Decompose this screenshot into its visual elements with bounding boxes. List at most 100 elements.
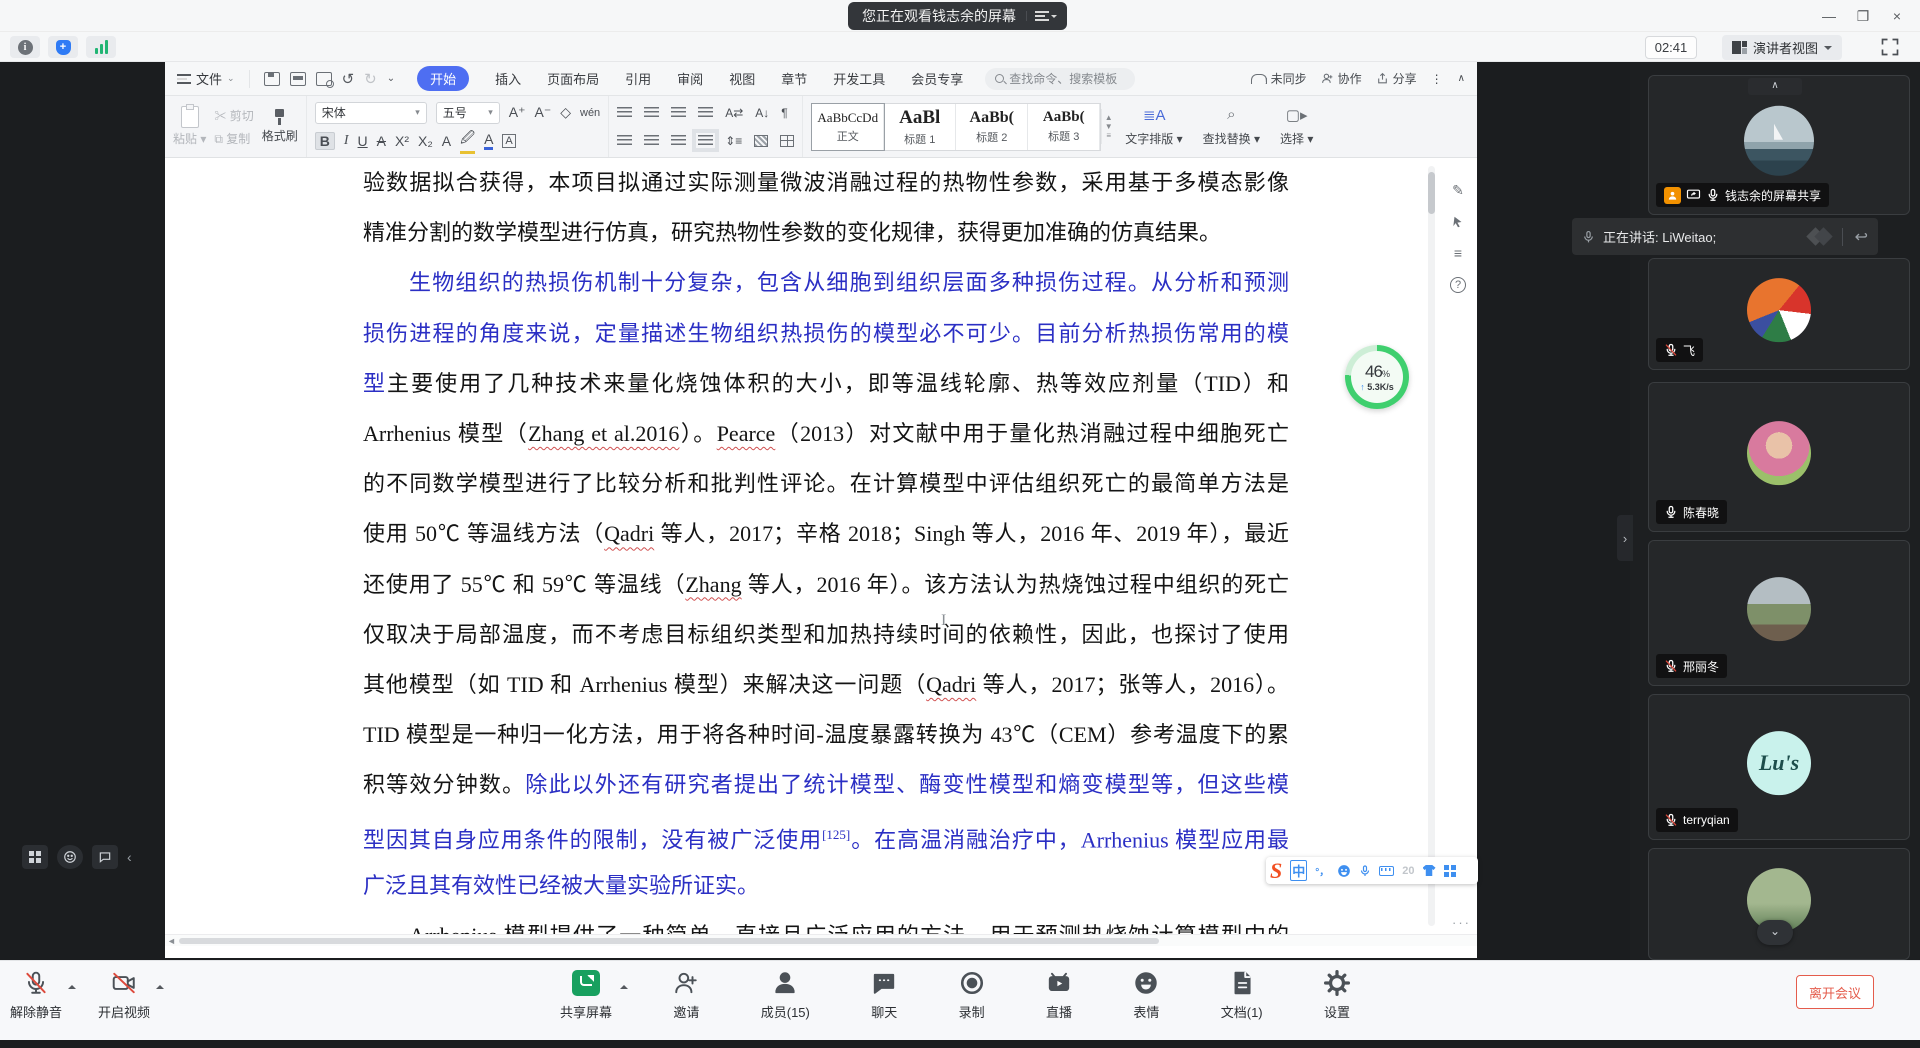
text-tool-button[interactable]: ≣A 文字排版 ▾ (1115, 106, 1192, 147)
align-left-button[interactable] (617, 135, 632, 146)
format-painter-button[interactable]: 格式刷 (262, 109, 298, 144)
vertical-scrollbar-thumb[interactable] (1428, 172, 1435, 214)
sort-button[interactable]: A↓ (755, 106, 769, 120)
chat-bubble-button[interactable] (92, 845, 118, 869)
decrease-indent-button[interactable] (671, 107, 686, 118)
style-正文[interactable]: AaBbCcDd正文 (812, 104, 884, 150)
vip-icon[interactable]: 20 (1402, 865, 1414, 877)
find-replace-button[interactable]: ⌕ 查找替换 ▾ (1193, 106, 1270, 147)
grow-font-button[interactable]: A⁺ (509, 104, 526, 121)
ribbon-tab-会员专享[interactable]: 会员专享 (911, 69, 963, 88)
reply-arrow-icon[interactable]: ↩ (1855, 227, 1868, 247)
line-spacing-button[interactable]: ⇕≡ (725, 134, 742, 148)
footer-chat-button[interactable]: 聊天 (871, 969, 897, 1048)
participant-tile-邢丽冬[interactable]: 邢丽冬 (1648, 540, 1910, 686)
scroll-left-arrow[interactable]: ◄ (167, 935, 176, 946)
footer-docs-button[interactable]: 文档(1) (1221, 969, 1263, 1048)
expand-caret-icon[interactable] (68, 981, 76, 989)
qat-more-button[interactable]: ⌄ (387, 73, 395, 84)
punctuation-icon[interactable]: °， (1315, 863, 1329, 878)
justify-button[interactable] (698, 135, 713, 146)
banner-menu-button[interactable] (1026, 11, 1057, 21)
scroll-up-button[interactable]: ∧ (1748, 78, 1802, 95)
italic-button[interactable]: I (344, 133, 349, 149)
ribbon-tab-引用[interactable]: 引用 (625, 69, 651, 88)
highlight-button[interactable]: 🖉 (460, 127, 475, 154)
ribbon-tab-页面布局[interactable]: 页面布局 (547, 69, 599, 88)
network-quality-button[interactable] (86, 36, 116, 58)
redo-button[interactable]: ↻ (364, 70, 377, 88)
text-effects-button[interactable]: A (442, 133, 451, 149)
ribbon-tab-开始[interactable]: 开始 (417, 66, 469, 91)
participant-tile-飞[interactable]: 飞 (1648, 258, 1910, 370)
bold-button[interactable]: B (315, 132, 335, 150)
footer-record-button[interactable]: 录制 (959, 969, 985, 1048)
save-button[interactable] (264, 72, 280, 86)
style-gallery-scroll[interactable]: ▲▼≡ (1101, 109, 1115, 144)
ribbon-tab-开发工具[interactable]: 开发工具 (833, 69, 885, 88)
maximize-button[interactable]: ❐ (1846, 0, 1880, 32)
minimize-button[interactable]: — (1812, 0, 1846, 32)
reactions-button[interactable] (57, 845, 83, 869)
help-icon[interactable]: ? (1450, 277, 1466, 293)
style-标题 1[interactable]: AaBl标题 1 (884, 104, 956, 150)
shading-button[interactable] (754, 135, 768, 147)
close-button[interactable]: × (1880, 0, 1914, 32)
footer-emoji-button[interactable]: 表情 (1133, 969, 1159, 1048)
footer-share-screen-button[interactable]: 共享屏幕 (560, 969, 612, 1048)
collapse-ribbon-button[interactable]: ∧ (1458, 73, 1465, 84)
underline-button[interactable]: U (358, 133, 368, 149)
voice-input-icon[interactable] (1359, 864, 1371, 878)
ribbon-tab-审阅[interactable]: 审阅 (677, 69, 703, 88)
ribbon-search-box[interactable]: 查找命令、搜索模板 (985, 68, 1135, 90)
shrink-font-button[interactable]: A⁻ (534, 104, 551, 121)
copy-button[interactable]: ⧉ 复制 (214, 130, 250, 147)
expand-caret-icon[interactable] (620, 981, 628, 989)
increase-indent-button[interactable] (698, 107, 713, 118)
pinyin-guide-button[interactable]: wén (580, 107, 600, 119)
style-标题 3[interactable]: AaBb(标题 3 (1028, 104, 1100, 150)
font-size-select[interactable]: 五号▾ (436, 102, 500, 124)
participant-tile-terryqian[interactable]: Lu'sterryqian (1648, 694, 1910, 840)
collaborate-button[interactable]: 协作 (1321, 70, 1362, 87)
outline-icon[interactable]: ≡ (1454, 245, 1462, 261)
security-button[interactable]: + (48, 36, 78, 58)
strikethrough-button[interactable]: A (377, 133, 386, 149)
footer-settings-button[interactable]: 设置 (1324, 969, 1350, 1048)
expand-caret-icon[interactable] (156, 981, 164, 989)
align-center-button[interactable] (644, 135, 659, 146)
bullet-list-button[interactable] (617, 107, 632, 118)
asian-layout-button[interactable]: A⇄ (725, 106, 743, 120)
skin-icon[interactable] (1423, 865, 1436, 876)
vertical-scrollbar[interactable] (1428, 166, 1435, 926)
undo-button[interactable]: ↺ (342, 70, 355, 88)
superscript-button[interactable]: X² (395, 133, 409, 149)
view-mode-button[interactable]: 演讲者视图 (1722, 35, 1842, 60)
toolbox-icon[interactable] (1444, 865, 1456, 877)
fullscreen-icon[interactable] (1880, 37, 1900, 57)
edit-pencil-icon[interactable]: ✎ (1452, 182, 1464, 199)
file-menu-button[interactable]: 文件 ⌄ (165, 69, 243, 88)
share-button[interactable]: 分享 (1376, 70, 1417, 87)
participant-tile-钱志余的屏幕共享[interactable]: 钱志余的屏幕共享 (1648, 75, 1910, 215)
emoji-icon[interactable] (1337, 864, 1351, 878)
scroll-down-button[interactable]: ⌄ (1757, 920, 1793, 945)
footer-mic-off-button[interactable]: 解除静音 (10, 969, 62, 1021)
character-border-button[interactable]: A (502, 134, 515, 148)
meeting-info-button[interactable]: i (10, 36, 40, 58)
align-right-button[interactable] (671, 135, 686, 146)
paste-button[interactable]: 粘贴 ▾ (173, 106, 214, 147)
cut-button[interactable]: ✂ 剪切 (214, 107, 253, 124)
footer-invite-button[interactable]: 邀请 (673, 969, 699, 1048)
footer-live-button[interactable]: 直播 (1046, 969, 1072, 1048)
select-button[interactable]: ▢▸ 选择 ▾ (1270, 106, 1323, 147)
show-marks-button[interactable]: ¶ (781, 106, 787, 120)
panel-collapse-handle[interactable]: › (1617, 515, 1633, 561)
ribbon-tab-章节[interactable]: 章节 (781, 69, 807, 88)
clear-format-button[interactable]: ◇ (560, 104, 571, 121)
document-canvas[interactable]: 验数据拟合获得，本项目拟通过实际测量微波消融过程的热物性参数，采用基于多模态影像… (165, 158, 1477, 946)
font-name-select[interactable]: 宋体▾ (315, 102, 427, 124)
more-options-button[interactable]: ⋮ (1431, 72, 1444, 86)
ribbon-tab-插入[interactable]: 插入 (495, 69, 521, 88)
font-color-button[interactable]: A (484, 131, 493, 150)
